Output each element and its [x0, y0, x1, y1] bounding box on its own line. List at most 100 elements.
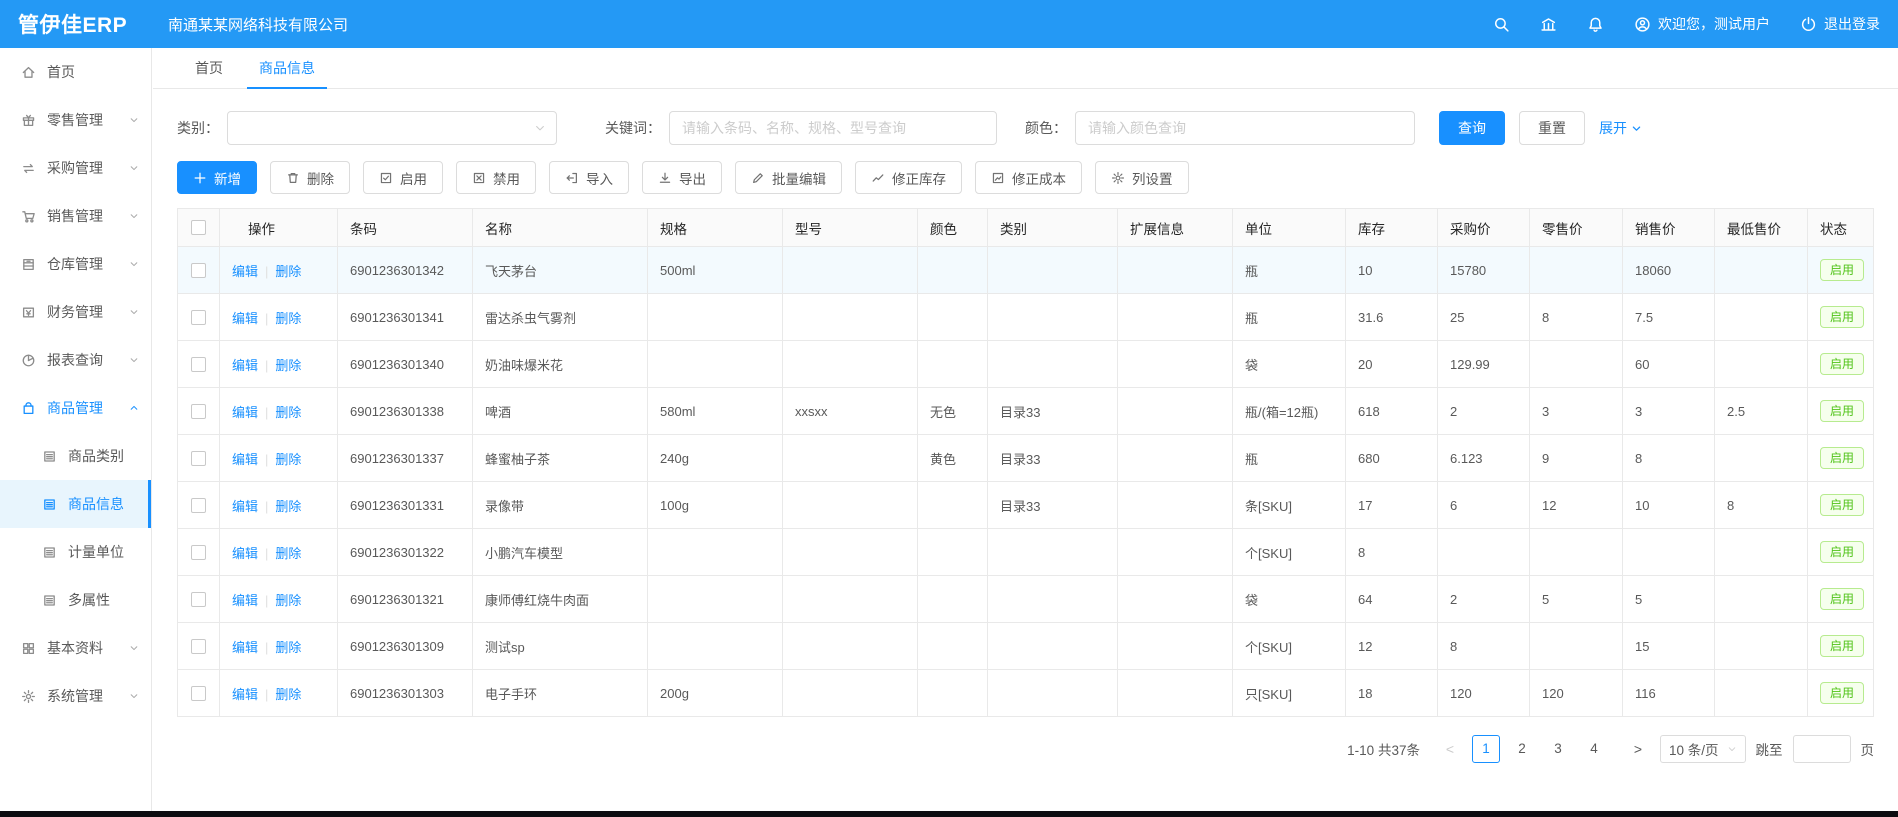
cell-color	[918, 341, 988, 388]
chevron-down-icon	[1631, 123, 1642, 134]
list-icon	[42, 593, 57, 608]
sidebar-item-basic-data[interactable]: 基本资料	[0, 624, 151, 672]
jump-page-input[interactable]	[1793, 735, 1851, 763]
row-checkbox[interactable]	[191, 404, 206, 419]
shop-icon[interactable]	[1540, 16, 1557, 33]
tab-home[interactable]: 首页	[177, 48, 241, 88]
export-button[interactable]: 导出	[642, 161, 722, 194]
cell-unit: 条[SKU]	[1233, 482, 1346, 529]
edit-link[interactable]: 编辑	[232, 311, 258, 326]
select-all-checkbox[interactable]	[191, 220, 206, 235]
cell-purchase-price	[1438, 529, 1530, 576]
edit-link[interactable]: 编辑	[232, 499, 258, 514]
enable-button[interactable]: 启用	[363, 161, 443, 194]
user-menu[interactable]: 欢迎您，测试用户	[1634, 14, 1770, 34]
next-page-button[interactable]: >	[1626, 741, 1650, 757]
row-checkbox[interactable]	[191, 451, 206, 466]
row-checkbox[interactable]	[191, 686, 206, 701]
add-button[interactable]: 新增	[177, 161, 257, 194]
cell-purchase-price: 120	[1438, 670, 1530, 717]
expand-link[interactable]: 展开	[1599, 118, 1642, 138]
edit-link[interactable]: 编辑	[232, 687, 258, 702]
sidebar-item-multi-attr[interactable]: 多属性	[0, 576, 151, 624]
cell-ext-info	[1118, 529, 1233, 576]
sidebar-item-goods-category[interactable]: 商品类别	[0, 432, 151, 480]
sidebar-item-goods-info[interactable]: 商品信息	[0, 480, 151, 528]
sidebar-item-purchase-mgmt[interactable]: 采购管理	[0, 144, 151, 192]
delete-link[interactable]: 删除	[275, 264, 301, 279]
delete-button[interactable]: 删除	[270, 161, 350, 194]
keyword-input[interactable]	[669, 111, 997, 145]
sidebar-item-sales-mgmt[interactable]: 销售管理	[0, 192, 151, 240]
tab-goods-info[interactable]: 商品信息	[241, 48, 333, 88]
column-settings-button[interactable]: 列设置	[1095, 161, 1189, 194]
color-input[interactable]	[1075, 111, 1415, 145]
button-label: 修正成本	[1012, 168, 1066, 188]
cell-barcode: 6901236301341	[338, 294, 473, 341]
cell-barcode: 6901236301340	[338, 341, 473, 388]
status-badge: 启用	[1820, 259, 1864, 281]
sidebar-item-report-query[interactable]: 报表查询	[0, 336, 151, 384]
delete-link[interactable]: 删除	[275, 311, 301, 326]
link-divider: |	[265, 264, 268, 279]
sidebar-item-warehouse-mgmt[interactable]: 仓库管理	[0, 240, 151, 288]
page-number-3[interactable]: 3	[1544, 735, 1572, 763]
cell-sale-price: 60	[1623, 341, 1715, 388]
chart-line-icon	[871, 171, 885, 185]
sidebar-item-label: 采购管理	[47, 158, 118, 178]
bell-icon[interactable]	[1587, 16, 1604, 33]
delete-link[interactable]: 删除	[275, 499, 301, 514]
delete-link[interactable]: 删除	[275, 593, 301, 608]
page-size-select[interactable]: 10 条/页	[1660, 735, 1746, 763]
page-number-1[interactable]: 1	[1472, 735, 1500, 763]
row-checkbox[interactable]	[191, 592, 206, 607]
edit-link[interactable]: 编辑	[232, 640, 258, 655]
sidebar-item-system-mgmt[interactable]: 系统管理	[0, 672, 151, 720]
search-button[interactable]: 查询	[1439, 111, 1505, 145]
cell-spec	[648, 623, 783, 670]
category-select[interactable]	[227, 111, 557, 145]
delete-link[interactable]: 删除	[275, 687, 301, 702]
page-number-4[interactable]: 4	[1580, 735, 1608, 763]
row-checkbox[interactable]	[191, 639, 206, 654]
edit-link[interactable]: 编辑	[232, 593, 258, 608]
bag-icon	[21, 401, 36, 416]
row-checkbox[interactable]	[191, 263, 206, 278]
edit-link[interactable]: 编辑	[232, 264, 258, 279]
color-label: 颜色：	[1025, 118, 1067, 138]
import-button[interactable]: 导入	[549, 161, 629, 194]
batch-edit-button[interactable]: 批量编辑	[735, 161, 842, 194]
sidebar-item-home[interactable]: 首页	[0, 48, 151, 96]
delete-link[interactable]: 删除	[275, 358, 301, 373]
delete-link[interactable]: 删除	[275, 452, 301, 467]
edit-link[interactable]: 编辑	[232, 546, 258, 561]
delete-link[interactable]: 删除	[275, 546, 301, 561]
row-checkbox[interactable]	[191, 498, 206, 513]
page-number-2[interactable]: 2	[1508, 735, 1536, 763]
edit-link[interactable]: 编辑	[232, 405, 258, 420]
edit-link[interactable]: 编辑	[232, 358, 258, 373]
link-divider: |	[265, 452, 268, 467]
prev-page-button[interactable]: <	[1438, 741, 1462, 757]
column-header: 采购价	[1438, 209, 1530, 247]
reset-button[interactable]: 重置	[1519, 111, 1585, 145]
disable-button[interactable]: 禁用	[456, 161, 536, 194]
search-icon[interactable]	[1493, 16, 1510, 33]
row-checkbox[interactable]	[191, 545, 206, 560]
sidebar-item-finance-mgmt[interactable]: 财务管理	[0, 288, 151, 336]
cell-stock: 10	[1346, 247, 1438, 294]
sidebar-item-retail-mgmt[interactable]: 零售管理	[0, 96, 151, 144]
logout-button[interactable]: 退出登录	[1800, 14, 1880, 34]
fix-cost-button[interactable]: 修正成本	[975, 161, 1082, 194]
edit-link[interactable]: 编辑	[232, 452, 258, 467]
delete-link[interactable]: 删除	[275, 640, 301, 655]
row-checkbox[interactable]	[191, 357, 206, 372]
sidebar-item-measure-unit[interactable]: 计量单位	[0, 528, 151, 576]
delete-link[interactable]: 删除	[275, 405, 301, 420]
row-checkbox[interactable]	[191, 310, 206, 325]
fix-stock-button[interactable]: 修正库存	[855, 161, 962, 194]
cell-name: 啤酒	[473, 388, 648, 435]
sidebar-item-goods-mgmt[interactable]: 商品管理	[0, 384, 151, 432]
link-divider: |	[265, 311, 268, 326]
cart-icon	[21, 209, 36, 224]
